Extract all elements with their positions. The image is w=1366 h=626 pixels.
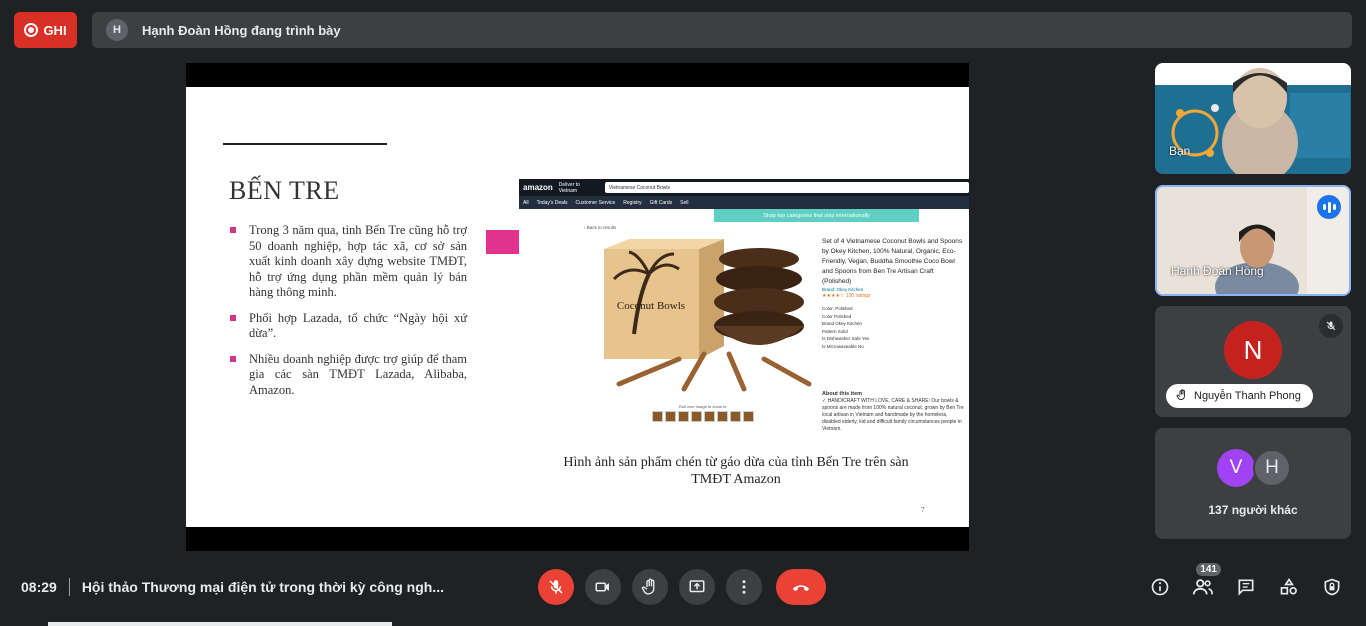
decorative-square — [486, 230, 519, 254]
people-button[interactable]: 141 — [1185, 563, 1221, 605]
amazon-nav-item: Today's Deals — [536, 199, 568, 206]
amazon-ratings: ★★★★☆ 100 ratings — [822, 293, 871, 299]
speaking-indicator-icon — [1317, 195, 1341, 219]
present-screen-icon — [689, 580, 705, 593]
slide-bullet: Phối hợp Lazada, tổ chức “Ngày hội xứ dừ… — [230, 311, 467, 342]
amazon-roll-over: Roll over image to zoom in — [679, 404, 727, 409]
meeting-time: 08:29 — [21, 579, 57, 595]
recording-button[interactable]: GHI — [14, 12, 77, 48]
camera-icon — [595, 582, 609, 592]
hand-icon — [641, 578, 655, 595]
amazon-about-text: ✓ HANDICRAFT WITH LOVE, CARE & SHARE: Ou… — [822, 398, 964, 432]
participant-tile-self[interactable]: Bạn — [1155, 63, 1351, 174]
amazon-specs: Color: Polished Color Polished Brand Oke… — [822, 306, 870, 349]
slide-caption: Hình ảnh sản phẩm chén từ gáo dừa của tỉ… — [563, 455, 909, 487]
taskbar-strip — [48, 622, 392, 626]
hang-up-icon — [792, 585, 810, 592]
presenter-avatar: H — [106, 19, 128, 41]
slide-bullet: Nhiều doanh nghiệp được trợ giúp để tham… — [230, 352, 467, 399]
amazon-banner: Shop top categories that ship internatio… — [714, 209, 919, 222]
meeting-title: Hội thảo Thương mại điện tử trong thời k… — [81, 579, 444, 595]
slide-bullets: Trong 3 năm qua, tỉnh Bến Tre cũng hỗ tr… — [230, 223, 467, 408]
amazon-nav-item: Customer Service — [575, 199, 616, 206]
chat-button[interactable] — [1228, 569, 1264, 605]
meeting-details-button[interactable] — [1142, 569, 1178, 605]
slide: BẾN TRE Trong 3 năm qua, tỉnh Bến Tre cũ… — [186, 87, 969, 527]
amazon-header: amazon Deliver to Vietnam Vietnamese Coc… — [519, 179, 969, 196]
participant-tile-others[interactable]: V H 137 người khác — [1155, 428, 1351, 539]
more-vert-icon — [742, 580, 746, 594]
amazon-nav-item: Sell — [680, 199, 689, 206]
recording-label: GHI — [43, 22, 67, 38]
divider — [68, 578, 70, 596]
slide-page-number: 7 — [921, 506, 925, 514]
raised-hand-icon — [1176, 388, 1188, 404]
amazon-search: Vietnamese Coconut Bowls — [604, 182, 969, 193]
amazon-about-title: About this item — [822, 391, 863, 397]
presenting-text: Hạnh Đoàn Hồng đang trình bày — [142, 22, 341, 38]
activities-icon — [1280, 577, 1297, 595]
amazon-back-link: ‹ Back to results — [584, 225, 617, 230]
amazon-about: About this item ✓ HANDICRAFT WITH LOVE, … — [822, 391, 964, 433]
participant-name-pill: Nguyễn Thanh Phong — [1166, 384, 1313, 408]
amazon-deliver: Deliver to Vietnam — [558, 181, 580, 194]
amazon-product-title: Set of 4 Vietnamese Coconut Bowls and Sp… — [822, 238, 963, 285]
amazon-brand: Brand: Okey Kitchen — [822, 287, 864, 292]
microphone-button[interactable] — [538, 569, 574, 605]
participant-tile-muted[interactable]: N Nguyễn Thanh Phong — [1155, 306, 1351, 417]
amazon-screenshot: amazon Deliver to Vietnam Vietnamese Coc… — [519, 179, 969, 434]
presenting-banner: H Hạnh Đoàn Hồng đang trình bày — [92, 12, 1352, 48]
info-icon — [1151, 578, 1169, 596]
meet-window: GHI H Hạnh Đoàn Hồng đang trình bày BẾN … — [0, 0, 1366, 626]
mic-off-icon — [549, 580, 563, 594]
amazon-logo: amazon — [523, 183, 553, 192]
people-icon — [1192, 579, 1213, 595]
self-label: Bạn — [1169, 144, 1191, 158]
amazon-nav-item: All — [523, 199, 529, 206]
speaker-name: Hạnh Đoàn Hồng — [1171, 264, 1264, 278]
avatar: H — [1253, 449, 1291, 487]
shield-lock-icon — [1324, 578, 1340, 596]
others-count: 137 người khác — [1208, 503, 1298, 517]
amazon-thumbnails — [652, 411, 754, 422]
slide-title-rule — [223, 143, 387, 145]
more-options-button[interactable] — [726, 569, 762, 605]
chat-icon — [1238, 579, 1254, 596]
meeting-info: 08:29 Hội thảo Thương mại điện tử trong … — [21, 578, 444, 596]
slide-title: BẾN TRE — [229, 176, 340, 205]
participant-name: Nguyễn Thanh Phong — [1194, 390, 1301, 402]
presentation-stage: BẾN TRE Trong 3 năm qua, tỉnh Bến Tre cũ… — [186, 63, 969, 551]
mic-off-icon — [1319, 314, 1343, 338]
present-button[interactable] — [679, 569, 715, 605]
raise-hand-button[interactable] — [632, 569, 668, 605]
camera-button[interactable] — [585, 569, 621, 605]
activities-button[interactable] — [1271, 569, 1307, 605]
call-controls — [538, 569, 826, 605]
amazon-nav-item: Registry — [623, 199, 642, 206]
side-panel-controls: 141 — [1142, 563, 1350, 605]
people-count-badge: 141 — [1196, 563, 1221, 576]
coconut-bowls-product-image: Coconut Bowls — [604, 239, 812, 392]
record-icon — [24, 23, 39, 37]
leave-call-button[interactable] — [776, 569, 826, 605]
avatar: N — [1224, 321, 1282, 379]
amazon-nav: All Today's Deals Customer Service Regis… — [519, 196, 969, 209]
box-label: Coconut Bowls — [617, 300, 685, 312]
host-controls-button[interactable] — [1314, 569, 1350, 605]
participant-tile-speaker[interactable]: Hạnh Đoàn Hồng — [1155, 185, 1351, 296]
slide-bullet: Trong 3 năm qua, tỉnh Bến Tre cũng hỗ tr… — [230, 223, 467, 301]
avatar: V — [1217, 449, 1255, 487]
amazon-nav-item: Gift Cards — [649, 199, 673, 206]
